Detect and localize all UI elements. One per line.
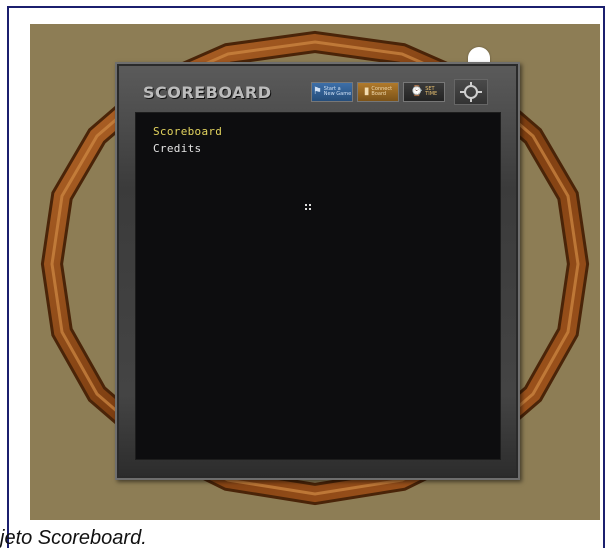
clock-icon: ⌚ — [410, 86, 424, 97]
menu-item-scoreboard[interactable]: Scoreboard — [153, 125, 222, 138]
set-time-button[interactable]: ⌚ SET TIME — [403, 82, 445, 102]
board-title: SCOREBOARD — [143, 83, 272, 102]
scoreboard-hud: SCOREBOARD ⚑ Start a New Game ▮ Connect … — [115, 62, 520, 480]
settings-button[interactable] — [454, 79, 488, 105]
plug-icon: ▮ — [363, 86, 370, 97]
gear-icon — [460, 82, 482, 102]
figure-caption: jeto Scoreboard. — [0, 527, 147, 549]
connect-board-button[interactable]: ▮ Connect Board — [357, 82, 399, 102]
scoreboard-screen: Scoreboard Credits — [135, 112, 501, 460]
new-game-button[interactable]: ⚑ Start a New Game — [311, 82, 353, 102]
flag-icon: ⚑ — [312, 86, 322, 97]
mouse-cursor — [305, 204, 311, 210]
menu-item-credits[interactable]: Credits — [153, 142, 201, 155]
